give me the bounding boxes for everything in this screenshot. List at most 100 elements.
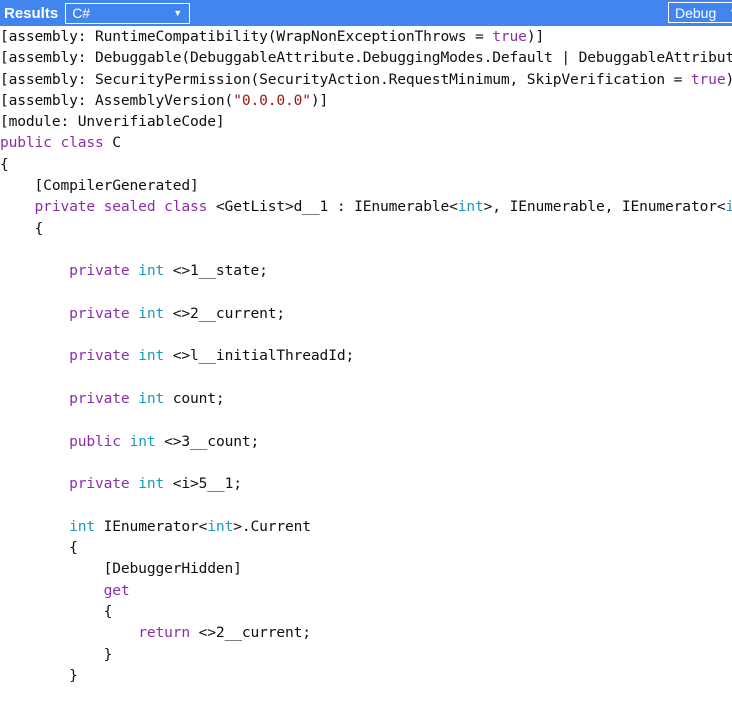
code-token: C — [112, 134, 121, 152]
code-token: true — [492, 28, 527, 45]
code-line: { — [0, 601, 732, 622]
debug-select-value: Debug — [675, 4, 717, 21]
chevron-down-icon: ▼ — [173, 7, 183, 18]
code-line: return <>2__current; — [0, 622, 732, 643]
code-line: private int <>2__current; — [0, 303, 732, 324]
code-token: } — [0, 666, 78, 684]
code-token: public class — [0, 134, 113, 152]
code-token: [assembly: SecurityPermission(SecurityAc… — [0, 70, 691, 88]
code-token: <i>5__1; — [164, 475, 242, 493]
code-token: int — [138, 475, 165, 493]
code-line: [assembly: SecurityPermission(SecurityAc… — [0, 69, 732, 90]
code-token: )] — [725, 71, 732, 88]
code-line: [DebuggerHidden] — [0, 558, 732, 579]
code-line: [assembly: Debuggable(DebuggableAttribut… — [0, 47, 732, 68]
code-line: private int <i>5__1; — [0, 473, 732, 494]
code-token: <>2__current; — [164, 304, 286, 322]
code-line: get — [0, 580, 732, 601]
code-token: <>2__current; — [190, 624, 311, 642]
code-token: count; — [164, 390, 225, 408]
code-token: [assembly: Debuggable(DebuggableAttribut… — [0, 49, 732, 67]
code-line: private int <>l__initialThreadId; — [0, 345, 732, 366]
code-line: { — [0, 218, 732, 239]
code-token: private — [69, 304, 139, 322]
code-token: <>3__count; — [155, 432, 260, 450]
code-line: public int <>3__count; — [0, 431, 732, 452]
code-token: private — [69, 347, 139, 365]
decompiled-code-pane[interactable]: [assembly: RuntimeCompatibility(WrapNonE… — [0, 26, 732, 703]
code-token: <>1__state; — [164, 262, 268, 280]
code-line: private int <>1__state; — [0, 260, 732, 281]
code-token: int — [207, 517, 234, 535]
code-token: int — [138, 390, 165, 408]
code-token: { — [0, 219, 44, 237]
code-token: int — [138, 262, 165, 280]
code-token: )] — [310, 91, 329, 109]
debug-configuration-select[interactable]: Debug ▼ — [668, 2, 732, 23]
code-line: public class C — [0, 132, 732, 153]
code-token: IEnumerator< — [95, 517, 208, 535]
chevron-down-icon: ▼ — [723, 8, 732, 17]
code-token: return — [138, 624, 191, 642]
code-token: { — [0, 155, 9, 173]
code-line: [assembly: RuntimeCompatibility(WrapNonE… — [0, 26, 732, 47]
language-select[interactable]: C# ▼ — [65, 2, 191, 24]
code-line: int IEnumerator<int>.Current — [0, 516, 732, 537]
language-select-value: C# — [72, 5, 91, 21]
code-token: int — [138, 304, 165, 322]
code-line: { — [0, 537, 732, 558]
code-token: int — [457, 198, 484, 216]
code-line: [module: UnverifiableCode] — [0, 111, 732, 132]
code-token: int — [129, 432, 156, 450]
code-token: [CompilerGenerated] — [0, 177, 199, 195]
code-token: )] — [526, 28, 545, 45]
code-token: [assembly: AssemblyVersion( — [0, 91, 234, 109]
code-line: } — [0, 665, 732, 686]
code-token: } — [0, 645, 113, 663]
code-token: public — [69, 432, 130, 450]
code-token: <GetList>d__1 : IEnumerable< — [215, 198, 458, 216]
code-token: private sealed class — [34, 198, 216, 216]
code-token: <>l__initialThreadId; — [164, 347, 355, 365]
code-token: private — [69, 475, 139, 493]
code-token: get — [103, 581, 130, 599]
code-line: [assembly: AssemblyVersion("0.0.0.0")] — [0, 90, 732, 111]
code-line: [CompilerGenerated] — [0, 175, 732, 196]
results-label: Results — [4, 4, 59, 22]
code-token: true — [690, 70, 726, 88]
code-listing: [assembly: RuntimeCompatibility(WrapNonE… — [0, 26, 732, 703]
code-token: { — [0, 603, 113, 621]
code-token: private — [69, 390, 139, 408]
code-line: private sealed class <GetList>d__1 : IEn… — [0, 196, 732, 217]
code-token: [module: UnverifiableCode] — [0, 113, 225, 131]
code-token: >, IEnumerable, IEnumerator< — [483, 198, 726, 216]
code-line: private int count; — [0, 388, 732, 409]
code-token: { — [0, 539, 78, 557]
code-token: int — [725, 198, 732, 216]
code-line: { — [0, 154, 732, 175]
code-token: "0.0.0.0" — [233, 91, 311, 109]
code-line: } — [0, 644, 732, 665]
code-token: >.Current — [233, 517, 311, 535]
code-token: [DebuggerHidden] — [0, 560, 242, 578]
code-token: int — [138, 347, 165, 365]
code-token: int — [69, 517, 96, 535]
